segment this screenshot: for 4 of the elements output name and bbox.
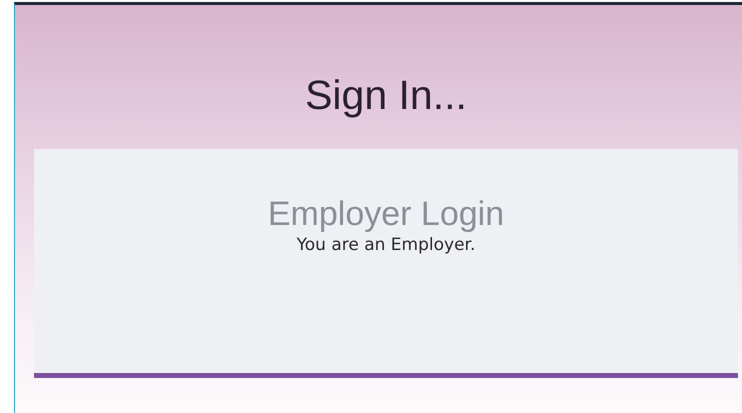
login-option-description: You are an Employer. (296, 234, 476, 256)
login-option-card[interactable]: Employer Login You are an Employer. (34, 149, 738, 378)
login-option-title: Employer Login (268, 194, 504, 234)
page-title: Sign In... (305, 71, 467, 120)
